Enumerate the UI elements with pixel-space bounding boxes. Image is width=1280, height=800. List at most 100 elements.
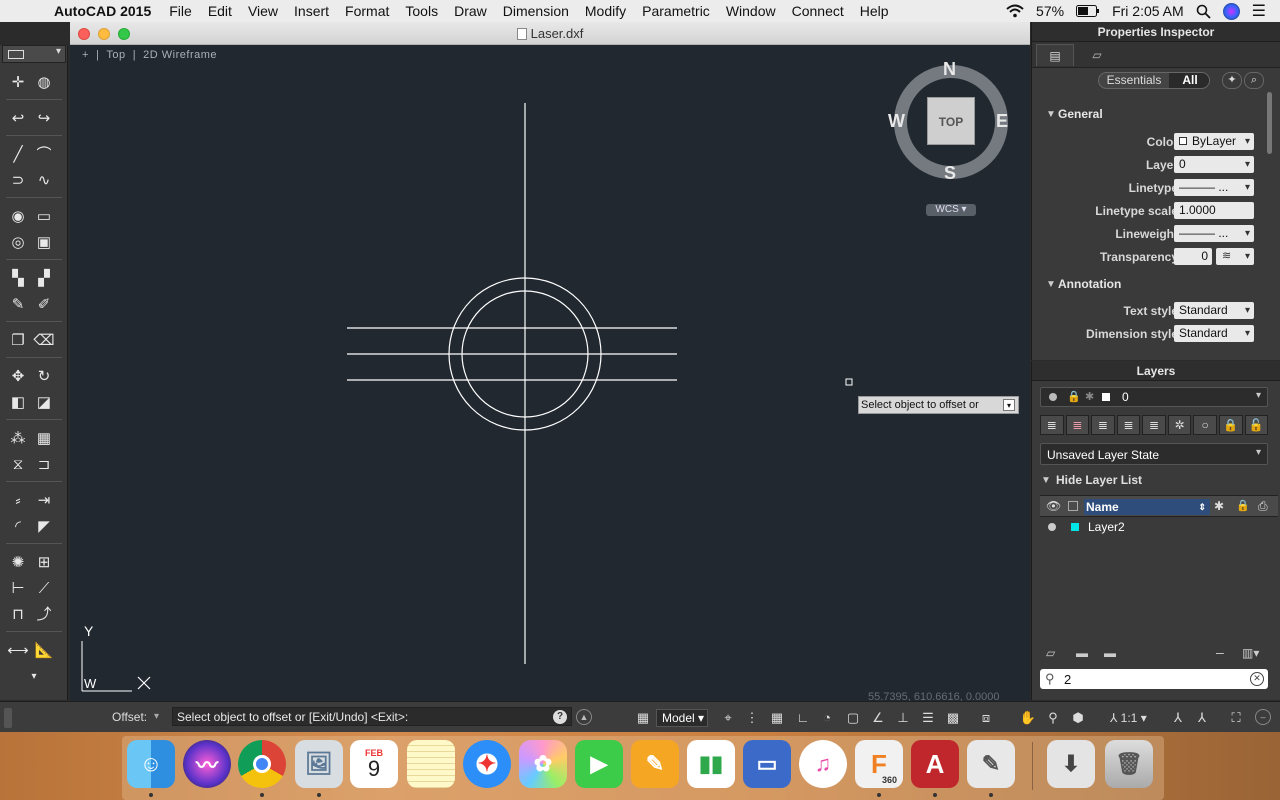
tab-essentials[interactable]: Essentials	[1099, 73, 1169, 88]
copy-icon[interactable]: ❐	[7, 331, 29, 351]
layer-row[interactable]: Layer2	[1040, 517, 1278, 537]
layer-search-input[interactable]: ⚲ 2 ✕	[1040, 669, 1268, 689]
text-style-select[interactable]: Standard	[1174, 302, 1254, 319]
snap-mode-icon[interactable]: ⋮	[742, 709, 762, 727]
lineweight-display-icon[interactable]: ☰	[918, 709, 938, 727]
pan-globe-icon[interactable]: ◍	[33, 73, 55, 93]
ortho-mode-icon[interactable]: ∟	[793, 709, 813, 727]
prop-row-layer[interactable]: Layer 0	[1032, 155, 1272, 175]
lock-column-icon[interactable]: 🔒	[1236, 499, 1250, 512]
tab-all[interactable]: All	[1169, 73, 1209, 88]
stretch-icon[interactable]: ◪	[33, 393, 55, 413]
layer-select[interactable]: 0	[1174, 156, 1254, 173]
mirror-icon[interactable]: ⧖	[7, 455, 29, 475]
rotate-icon[interactable]: ↻	[33, 367, 55, 387]
spotlight-search-icon[interactable]	[1196, 4, 1211, 19]
itunes-icon[interactable]: ♫	[799, 740, 847, 788]
downloads-icon[interactable]: ⬇	[1047, 740, 1095, 788]
layer-visible-icon[interactable]	[1048, 523, 1056, 531]
textedit-icon[interactable]: ✎	[967, 740, 1015, 788]
block-insert-icon[interactable]: ▚	[7, 269, 29, 289]
offset-icon[interactable]: ⊐	[33, 455, 55, 475]
command-options-icon[interactable]: ▲	[576, 709, 592, 725]
facetime-icon[interactable]: ▶	[575, 740, 623, 788]
object-snap-icon[interactable]: ▢	[843, 709, 863, 727]
prop-row-transparency[interactable]: Transparency 0 ≋	[1032, 247, 1272, 267]
trim-icon[interactable]: ⸗	[7, 491, 29, 511]
viewcube-top-face[interactable]: TOP	[927, 97, 975, 145]
notes-icon[interactable]	[407, 740, 455, 788]
trash-icon[interactable]: 🗑	[1105, 740, 1153, 788]
prop-row-linetype[interactable]: Linetype ——— ...	[1032, 178, 1272, 198]
command-history-icon[interactable]: ▾	[154, 711, 159, 722]
selection-cycling-icon[interactable]: ⧈	[976, 709, 996, 727]
freeze-layer-icon[interactable]: ✲	[1167, 415, 1192, 435]
delete-layer-icon[interactable]: ≣	[1065, 415, 1090, 435]
menu-file[interactable]: File	[161, 3, 200, 19]
layer-previous-icon[interactable]: ≣	[1142, 415, 1166, 435]
dimension-icon[interactable]: ⊓	[7, 605, 29, 625]
numbers-icon[interactable]: ▮▮	[687, 740, 735, 788]
model-space-toggle[interactable]: Model ▾	[656, 709, 708, 727]
app-menu[interactable]: AutoCAD 2015	[40, 3, 161, 19]
scale-icon[interactable]: ◧	[7, 393, 29, 413]
lock-layer-icon[interactable]: 🔒	[1218, 415, 1243, 435]
fusion360-icon[interactable]: F 360	[855, 740, 903, 788]
move-icon[interactable]: ✥	[7, 367, 29, 387]
ruler-icon[interactable]: 📐	[33, 641, 55, 661]
layer-properties-icon[interactable]: ▱	[1046, 646, 1055, 660]
erase-icon[interactable]: ⌫	[33, 331, 55, 351]
region-icon[interactable]: ▣	[33, 233, 55, 253]
finder-icon[interactable]: ☺	[127, 740, 175, 788]
menu-draw[interactable]: Draw	[446, 3, 495, 19]
linetype-select[interactable]: ——— ...	[1174, 179, 1254, 196]
current-layer-select[interactable]: 🔒 ✱ 0 ▾	[1040, 387, 1268, 407]
properties-scrollbar[interactable]	[1267, 92, 1272, 154]
safari-icon[interactable]: ✦	[463, 740, 511, 788]
block-create-icon[interactable]: ▞	[33, 269, 55, 289]
transparency-type-select[interactable]: ≋	[1216, 248, 1254, 265]
dynamic-ucs-icon[interactable]: ⊥	[893, 709, 913, 727]
autocad-icon[interactable]: A	[911, 740, 959, 788]
properties-tab-icon[interactable]: ▤	[1036, 44, 1074, 66]
annotation-scale-select[interactable]: ⅄ 1:1 ▾	[1110, 709, 1166, 727]
preview-icon[interactable]: 🖼	[295, 740, 343, 788]
join-icon[interactable]: ⊞	[33, 553, 55, 573]
section-general[interactable]: General	[1058, 107, 1103, 121]
zoom-icon[interactable]: ⚲	[1043, 709, 1063, 727]
photos-icon[interactable]: ✿	[519, 740, 567, 788]
new-layer-icon[interactable]: ≣	[1040, 415, 1064, 435]
menu-parametric[interactable]: Parametric	[634, 3, 718, 19]
prop-row-lineweight[interactable]: Lineweight ——— ...	[1032, 224, 1272, 244]
minus-icon[interactable]: –	[1216, 644, 1224, 660]
quick-properties-tab-icon[interactable]: ▱	[1080, 44, 1114, 66]
rectangle-icon[interactable]: ▭	[33, 207, 55, 227]
new-group-filter-icon[interactable]: ▬	[1076, 646, 1088, 660]
status-bar-menu-icon[interactable]: –	[1255, 709, 1271, 725]
match-properties-icon[interactable]: ✎	[7, 295, 29, 315]
menu-help[interactable]: Help	[852, 3, 897, 19]
prop-row-color[interactable]: Color ByLayer	[1032, 132, 1272, 152]
osnap-tracking-icon[interactable]: ∠	[868, 709, 888, 727]
essentials-all-toggle[interactable]: Essentials All	[1098, 72, 1210, 89]
menu-view[interactable]: View	[240, 3, 286, 19]
section-annotation[interactable]: Annotation	[1058, 277, 1121, 291]
line-icon[interactable]: ╱	[7, 145, 29, 165]
aligned-dimension-icon[interactable]: ⟋	[33, 579, 55, 599]
compass-south[interactable]: S	[944, 163, 956, 184]
new-property-filter-icon[interactable]: ▬	[1104, 646, 1116, 660]
layer-state-select[interactable]: Unsaved Layer State ▾	[1040, 443, 1268, 465]
arc-icon[interactable]: ⊃	[7, 171, 29, 191]
leader-icon[interactable]: ⤴	[33, 605, 55, 625]
name-column-header[interactable]: Name ⇕	[1084, 499, 1210, 515]
wifi-icon[interactable]	[1006, 4, 1024, 18]
lineweight-select[interactable]: ——— ...	[1174, 225, 1254, 242]
polar-tracking-icon[interactable]: ◔	[817, 709, 837, 727]
layer-color-swatch[interactable]	[1071, 523, 1079, 531]
circle-icon[interactable]: ◉	[7, 207, 29, 227]
measure-icon[interactable]: ⟷	[7, 641, 29, 661]
clean-screen-icon[interactable]: ⛶	[1226, 709, 1246, 727]
close-window-button[interactable]	[78, 28, 90, 40]
array-icon[interactable]: ⁂	[7, 429, 29, 449]
siri-icon[interactable]	[1222, 2, 1240, 20]
